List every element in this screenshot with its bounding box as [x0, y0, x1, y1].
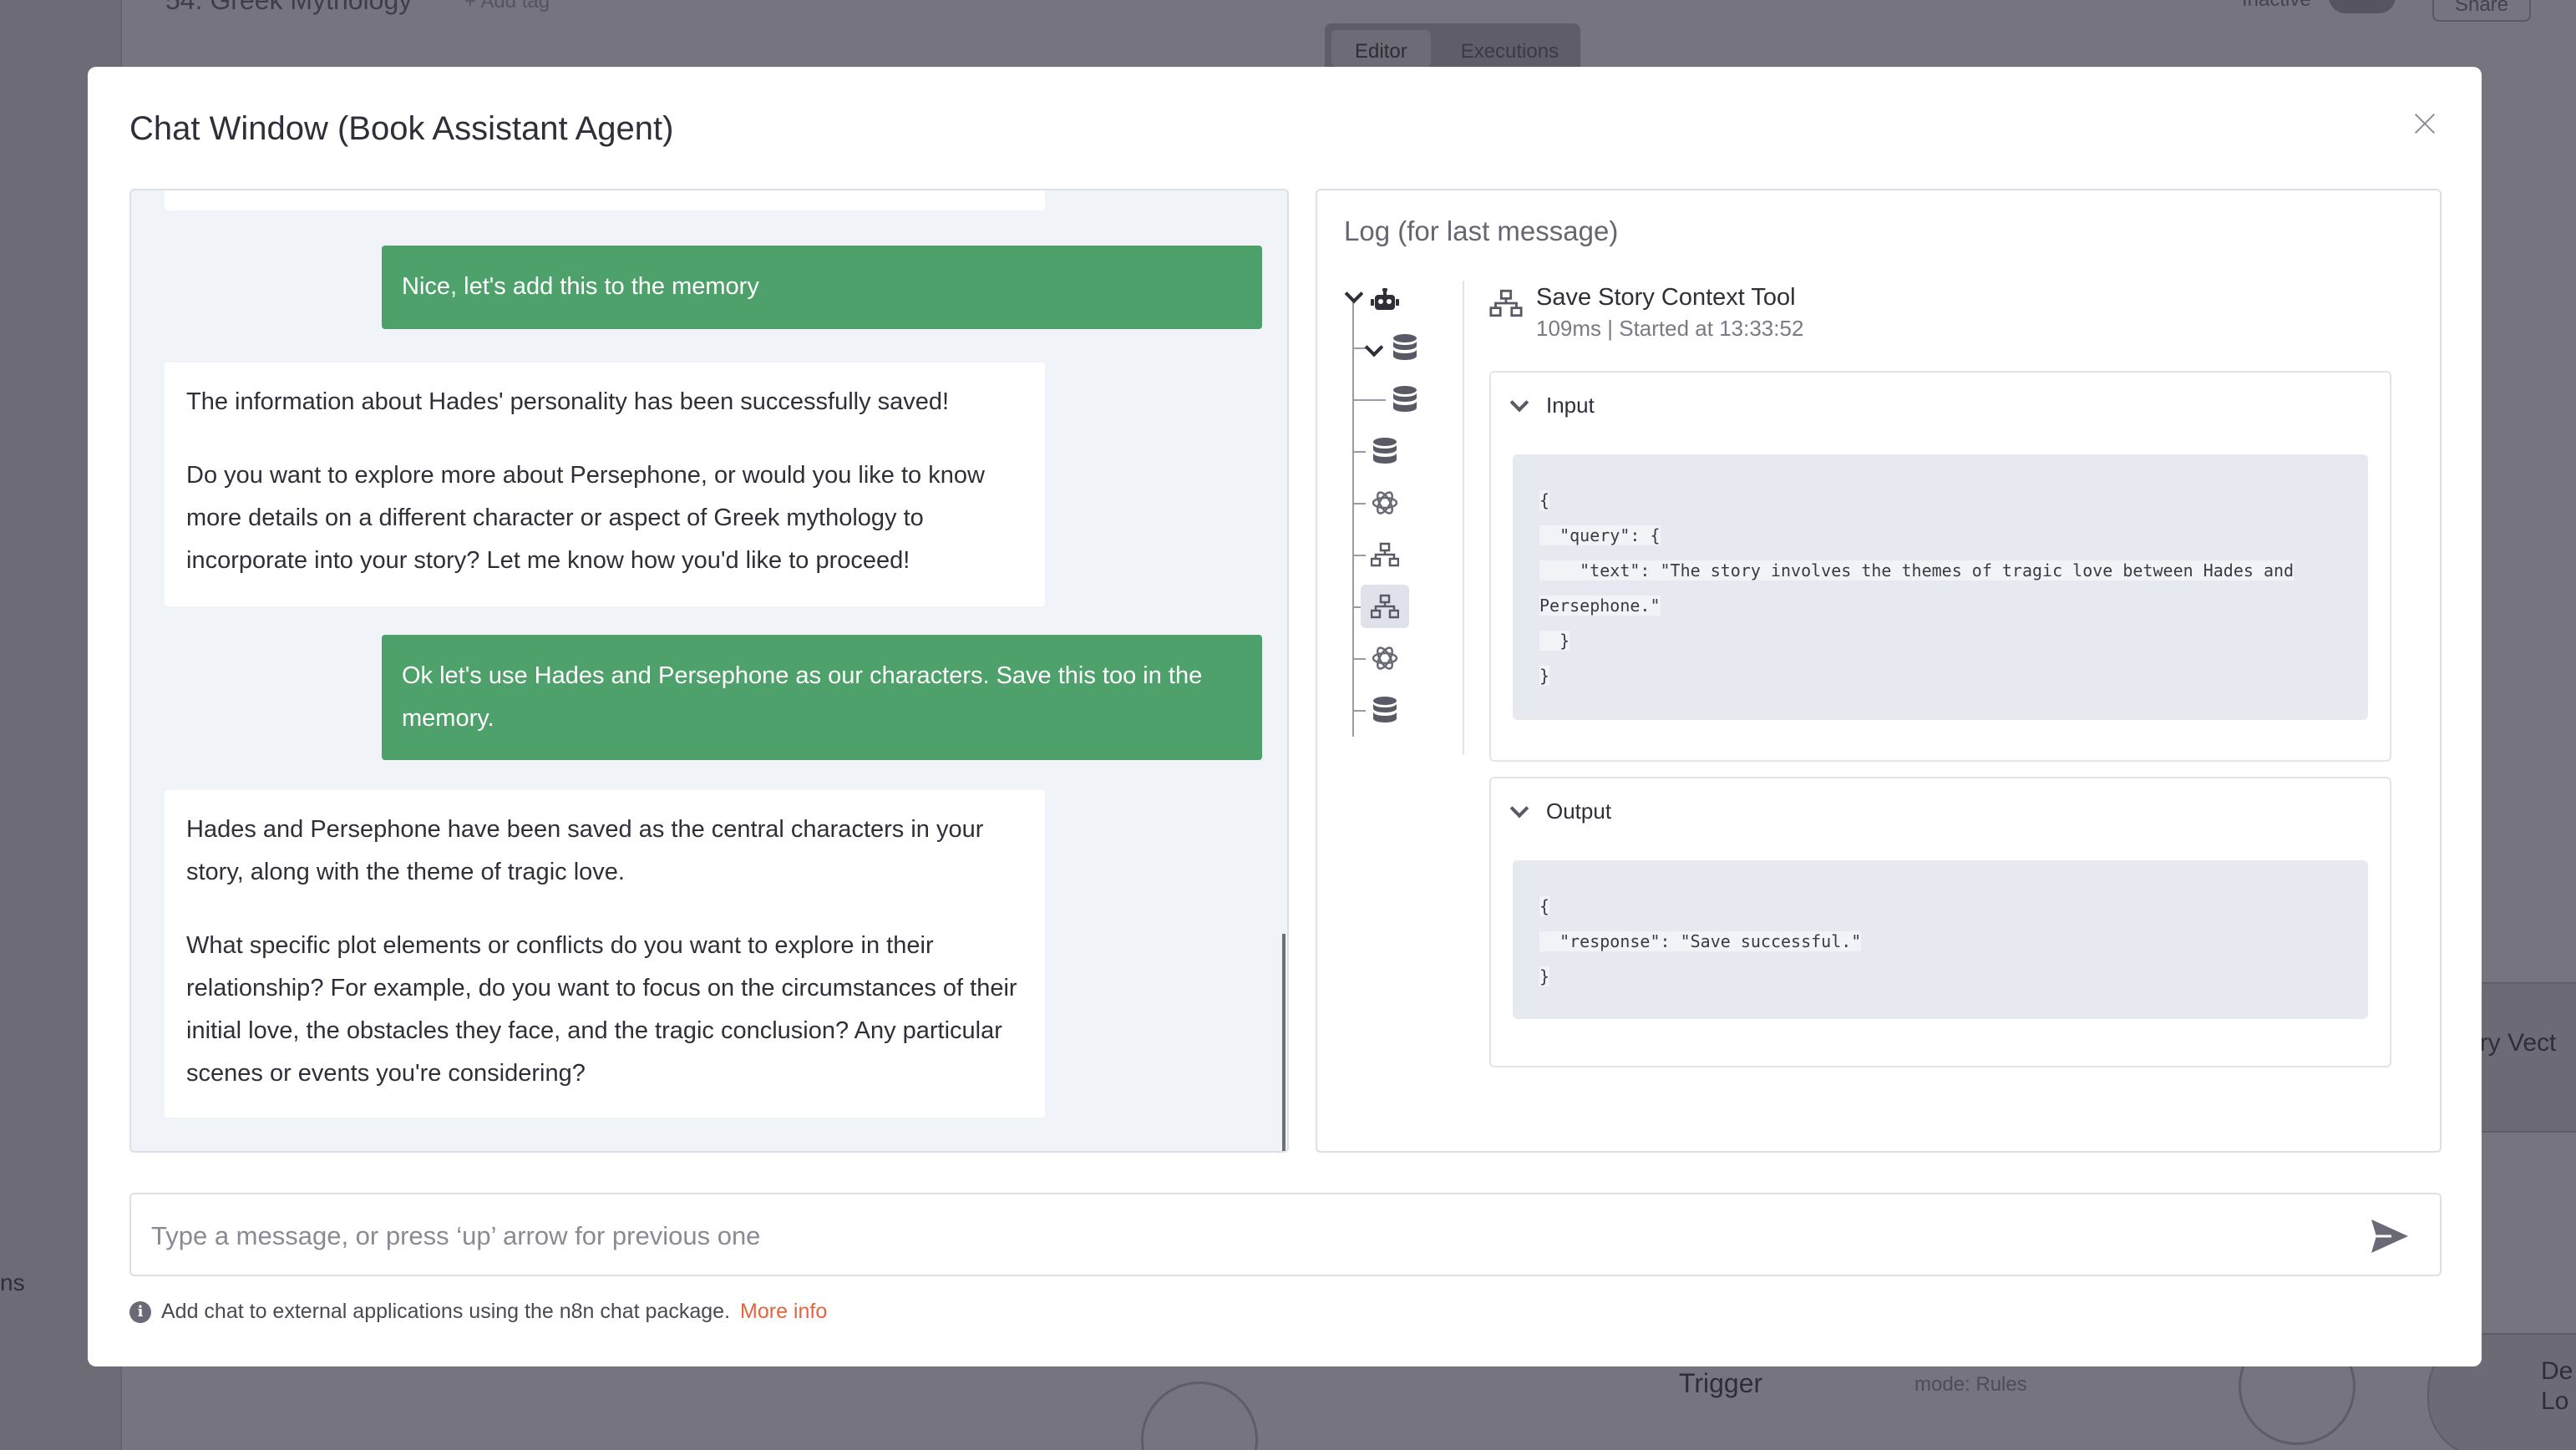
- chat-modal: Chat Window (Book Assistant Agent) Nice,…: [88, 67, 2482, 1366]
- chevron-down-icon: [1509, 393, 1529, 412]
- openai-icon[interactable]: [1361, 636, 1409, 680]
- message-user: Ok let's use Hades and Persephone as our…: [382, 635, 1262, 760]
- robot-icon[interactable]: [1361, 279, 1409, 322]
- json-line: "response": "Save successful.": [1539, 931, 1862, 951]
- share-button: Share: [2432, 0, 2531, 22]
- message-text: Do you want to explore more about Persep…: [186, 462, 985, 574]
- trigger-node-label: Trigger: [1679, 1368, 1763, 1398]
- message-text: Nice, let's add this to the memory: [402, 273, 759, 300]
- tool-name: Save Story Context Tool: [1536, 284, 1796, 311]
- add-tag-link: + Add tag: [464, 0, 550, 13]
- json-line: Persephone.": [1539, 596, 1661, 616]
- message-text: Ok let's use Hades and Persephone as our…: [402, 662, 1203, 732]
- json-line: "text": "The story involves the themes o…: [1539, 560, 2295, 581]
- sidebar-partial-text: ns: [0, 1270, 25, 1295]
- more-info-link[interactable]: More info: [740, 1300, 827, 1324]
- chat-scrollbar[interactable]: [1282, 934, 1285, 1151]
- output-section-label: Output: [1546, 799, 1612, 824]
- chat-messages-pane[interactable]: Nice, let's add this to the memory The i…: [129, 189, 1289, 1153]
- network-icon[interactable]: [1361, 585, 1409, 628]
- workflow-status: Inactive: [2242, 0, 2311, 12]
- json-line: }: [1539, 666, 1550, 686]
- switch-mode-label: mode: Rules: [1914, 1373, 2027, 1396]
- message-bot: Hades and Persephone have been saved as …: [165, 790, 1045, 1118]
- json-line: {: [1539, 896, 1550, 916]
- modal-title: Chat Window (Book Assistant Agent): [129, 110, 674, 147]
- json-line: {: [1539, 490, 1550, 510]
- close-icon[interactable]: [2410, 109, 2440, 139]
- database-icon[interactable]: [1361, 429, 1409, 473]
- message-bot-partial: [165, 190, 1045, 210]
- json-line: }: [1539, 966, 1550, 986]
- output-section: Output { "response": "Save successful." …: [1489, 777, 2391, 1067]
- network-icon[interactable]: [1361, 533, 1409, 576]
- message-text: The information about Hades' personality…: [186, 388, 950, 415]
- message-input-container: [129, 1193, 2442, 1276]
- tab-executions: Executions: [1460, 40, 1559, 63]
- message-user: Nice, let's add this to the memory: [382, 246, 1262, 329]
- json-line: }: [1539, 631, 1570, 651]
- send-icon[interactable]: [2370, 1218, 2410, 1255]
- editor-tabs: Editor Executions: [1325, 23, 1580, 74]
- input-json: { "query": { "text": "The story involves…: [1513, 454, 2368, 720]
- document-loader-label: De Lo: [2541, 1357, 2573, 1415]
- info-icon: i: [129, 1300, 151, 1323]
- message-text: What specific plot elements or conflicts…: [186, 932, 1017, 1087]
- output-json: { "response": "Save successful." }: [1513, 860, 2368, 1019]
- input-section-header[interactable]: Input: [1509, 393, 1595, 418]
- database-icon[interactable]: [1381, 378, 1429, 421]
- tree-divider: [1463, 281, 1464, 755]
- chevron-down-icon: [1509, 799, 1529, 818]
- json-line: "query": {: [1539, 525, 1661, 545]
- log-pane: Log (for last message) Save Story Contex…: [1316, 189, 2442, 1153]
- message-bot: The information about Hades' personality…: [165, 362, 1045, 606]
- output-section-header[interactable]: Output: [1509, 799, 1612, 824]
- tool-meta: 109ms | Started at 13:33:52: [1536, 316, 1804, 341]
- footer-note-text: Add chat to external applications using …: [161, 1300, 731, 1323]
- workflow-title: 54. Greek Mythology: [165, 0, 413, 15]
- log-title: Log (for last message): [1344, 215, 1619, 246]
- execution-tree: [1342, 279, 1476, 763]
- openai-node: [1141, 1382, 1258, 1450]
- active-toggle: [2329, 0, 2396, 13]
- database-icon[interactable]: [1361, 688, 1409, 732]
- input-section: Input { "query": { "text": "The story in…: [1489, 371, 2391, 762]
- tree-connector: [1352, 302, 1354, 737]
- footer-note: i Add chat to external applications usin…: [129, 1300, 827, 1324]
- network-icon: [1489, 289, 1523, 322]
- database-icon[interactable]: [1381, 326, 1429, 369]
- tab-editor: Editor: [1331, 30, 1431, 67]
- openai-icon[interactable]: [1361, 481, 1409, 525]
- message-text: Hades and Persephone have been saved as …: [186, 816, 984, 885]
- message-input[interactable]: [151, 1216, 2323, 1256]
- input-section-label: Input: [1546, 393, 1595, 418]
